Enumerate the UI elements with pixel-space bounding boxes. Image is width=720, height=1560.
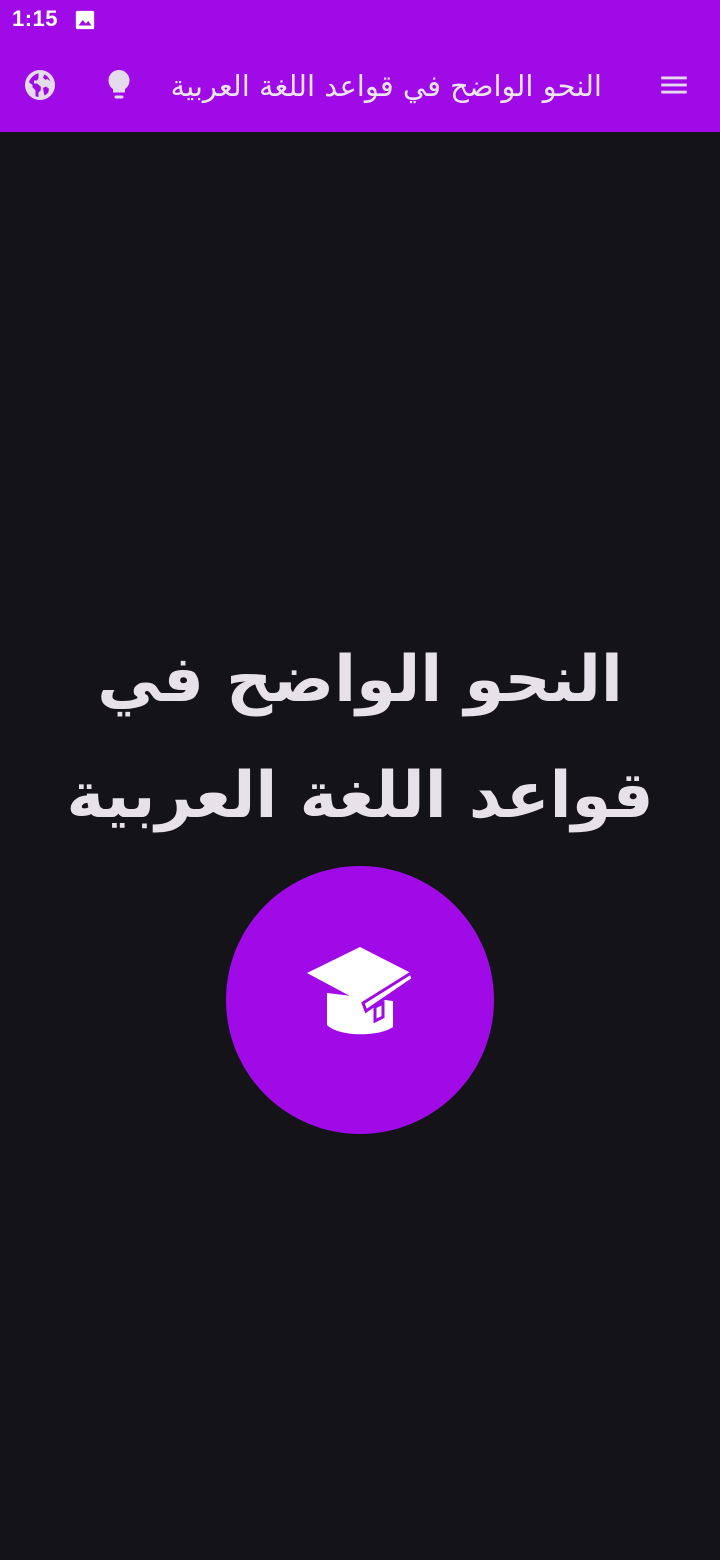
headline-line-2: قواعد اللغة العربية [66,759,654,833]
status-bar: 1:15 [0,0,720,42]
image-icon [74,9,96,31]
status-time: 1:15 [12,6,59,31]
book-title-heading: النحو الواضح في قواعد اللغة العربية [40,622,680,854]
menu-icon [657,68,691,106]
graduation-cap-book-icon [305,943,415,1057]
lightbulb-button[interactable] [92,60,146,114]
menu-button[interactable] [647,60,701,114]
main-content: النحو الواضح في قواعد اللغة العربية [0,132,720,1560]
globe-button[interactable] [13,60,67,114]
lightbulb-icon [101,67,137,107]
app-screen: 1:15 النحو الواضح في قواعد اللغة العربية… [0,0,720,1560]
start-button[interactable] [226,866,494,1134]
globe-icon [22,67,58,107]
app-title: النحو الواضح في قواعد اللغة العربية [170,69,602,103]
headline-line-1: النحو الواضح في [97,643,623,717]
top-app-bar: النحو الواضح في قواعد اللغة العربية [0,42,720,132]
